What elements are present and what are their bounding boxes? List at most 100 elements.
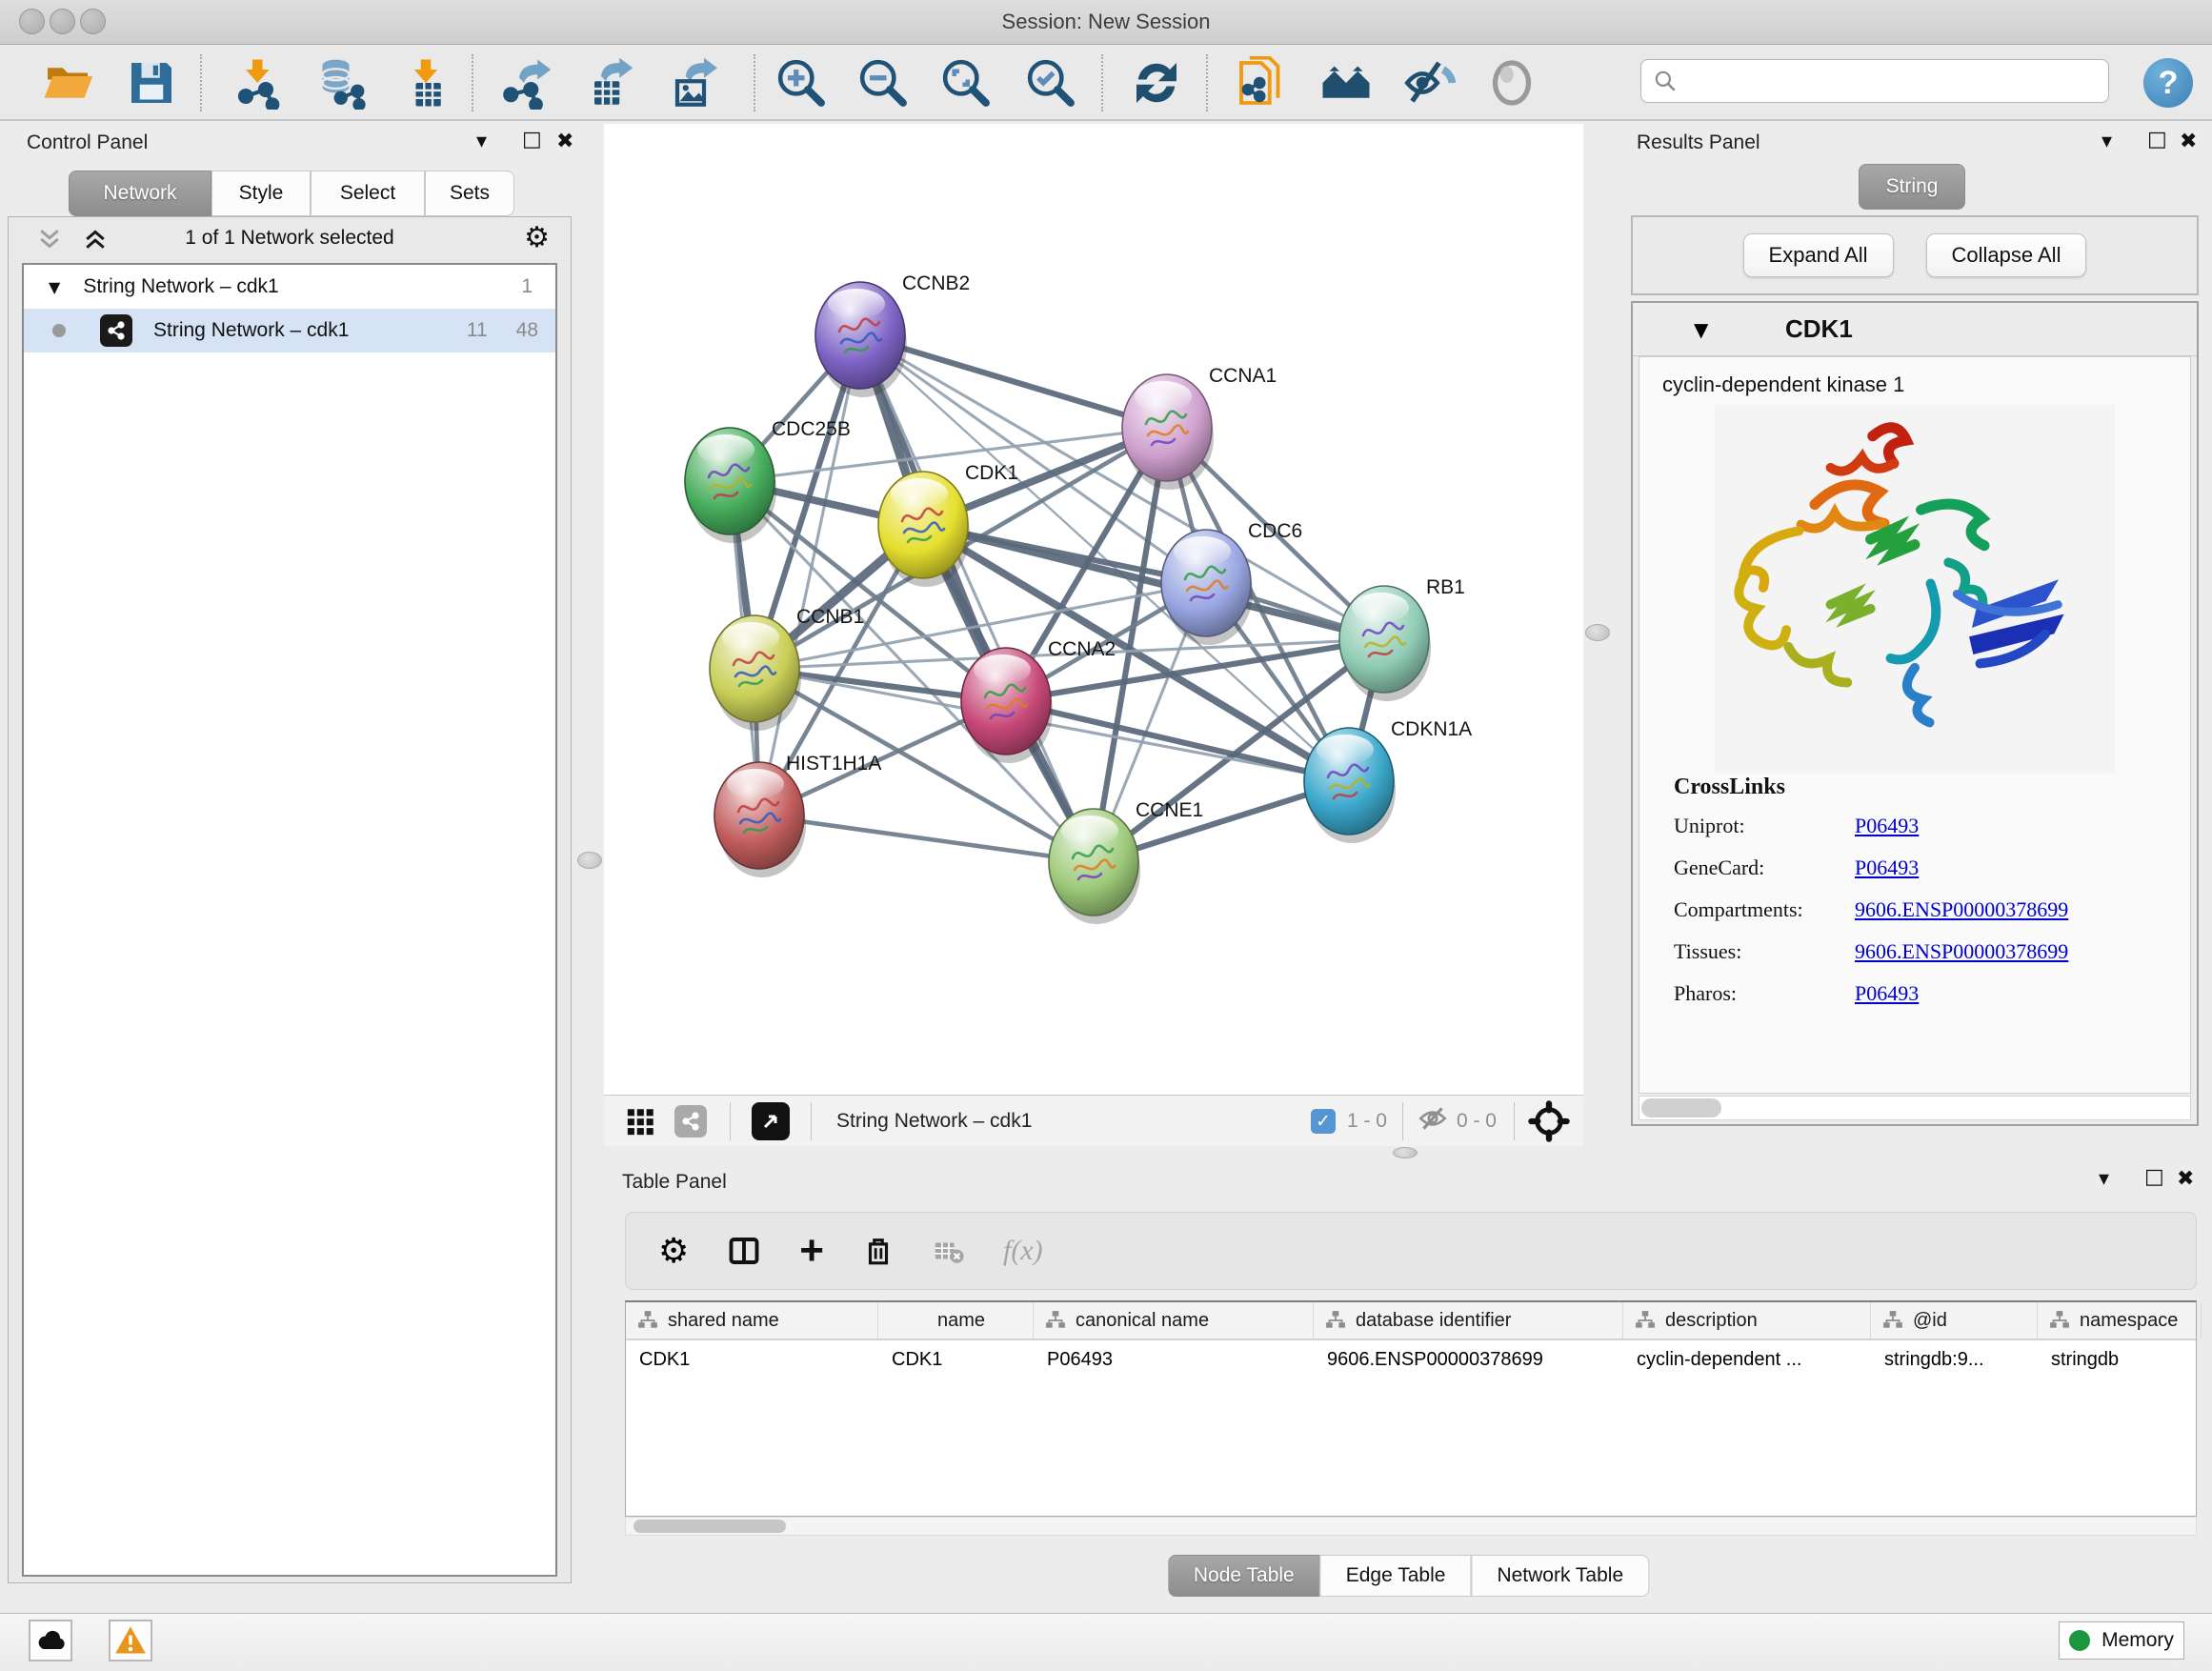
table-hscrollbar[interactable] xyxy=(625,1517,2197,1536)
show-all-button[interactable] xyxy=(1485,56,1538,110)
grid-view-button[interactable] xyxy=(625,1100,657,1142)
network-overview-button[interactable] xyxy=(674,1100,707,1142)
zoom-out-button[interactable] xyxy=(856,56,910,110)
tab-string[interactable]: String xyxy=(1859,164,1965,210)
network-node-CCNA2[interactable] xyxy=(961,648,1053,763)
network-node-CCNB2[interactable] xyxy=(815,282,907,397)
attribute-tree-icon xyxy=(1325,1310,1346,1331)
import-table-button[interactable] xyxy=(399,56,452,110)
save-session-button[interactable] xyxy=(125,56,178,110)
column-header-namespace[interactable]: namespace xyxy=(2038,1302,2202,1339)
float-results-button[interactable]: ▾ xyxy=(2101,130,2112,153)
warnings-button[interactable] xyxy=(109,1620,152,1661)
function-builder-button[interactable]: f(x) xyxy=(1003,1230,1043,1272)
network-node-CDKN1A[interactable] xyxy=(1304,728,1396,843)
tab-network[interactable]: Network xyxy=(69,171,211,216)
export-network-button[interactable] xyxy=(499,56,553,110)
tab-network-table[interactable]: Network Table xyxy=(1471,1555,1649,1597)
collapse-all-button[interactable]: Collapse All xyxy=(1926,233,2087,277)
tab-sets[interactable]: Sets xyxy=(425,171,514,216)
network-node-RB1[interactable] xyxy=(1339,586,1431,701)
column-header-database-identifier[interactable]: database identifier xyxy=(1314,1302,1623,1339)
delete-column-button[interactable] xyxy=(862,1230,895,1272)
bottom-splitter-handle[interactable] xyxy=(1393,1147,1418,1158)
import-network-button[interactable] xyxy=(232,56,286,110)
maximize-results-button[interactable]: □ xyxy=(2147,128,2167,151)
column-header--id[interactable]: @id xyxy=(1871,1302,2038,1339)
show-columns-button[interactable] xyxy=(727,1230,761,1272)
network-options-gear[interactable]: ⚙ xyxy=(524,221,550,254)
zoom-fit-button[interactable] xyxy=(939,56,993,110)
refresh-button[interactable] xyxy=(1130,56,1183,110)
network-canvas[interactable]: CCNB2CCNA1CDC25BCDK1CDC6RB1CCNB1CCNA2CDK… xyxy=(604,124,1583,1095)
table-cell[interactable]: stringdb:9... xyxy=(1871,1340,2038,1379)
network-node-CDC6[interactable] xyxy=(1161,530,1253,645)
network-node-HIST1H1A[interactable] xyxy=(714,762,806,877)
expand-all-button[interactable]: Expand All xyxy=(1743,233,1894,277)
column-header-name[interactable]: name xyxy=(878,1302,1034,1339)
network-row-selected[interactable]: String Network – cdk1 11 48 xyxy=(24,309,555,352)
column-header-canonical-name[interactable]: canonical name xyxy=(1034,1302,1314,1339)
table-cell[interactable]: CDK1 xyxy=(878,1340,1034,1379)
float-table-button[interactable]: ▾ xyxy=(2099,1167,2109,1191)
right-splitter-handle[interactable] xyxy=(1585,624,1610,641)
column-header-description[interactable]: description xyxy=(1623,1302,1871,1339)
share-document-button[interactable] xyxy=(1235,56,1288,110)
memory-button[interactable]: Memory xyxy=(2059,1621,2184,1660)
table-cell[interactable]: P06493 xyxy=(1034,1340,1314,1379)
crosslink-row: Pharos:P06493 xyxy=(1674,981,2190,1006)
float-panel-button[interactable]: ▾ xyxy=(476,130,487,153)
entry-expand-arrow-icon[interactable]: ▼ xyxy=(1694,318,1708,341)
table-cell[interactable]: stringdb xyxy=(2038,1340,2202,1379)
zoom-selected-button[interactable] xyxy=(1024,56,1077,110)
help-button[interactable]: ? xyxy=(2143,58,2193,108)
search-input[interactable] xyxy=(1685,70,2108,92)
close-table-button[interactable]: ✖ xyxy=(2177,1167,2194,1191)
import-database-button[interactable] xyxy=(312,56,366,110)
table-cell[interactable]: cyclin-dependent ... xyxy=(1623,1340,1871,1379)
network-node-CCNB1[interactable] xyxy=(710,615,801,731)
network-node-CDC25B[interactable] xyxy=(685,428,776,543)
crosslink-value-link[interactable]: P06493 xyxy=(1855,981,1919,1006)
network-collection-row[interactable]: ▼ String Network – cdk1 1 xyxy=(24,265,555,309)
network-node-CDK1[interactable] xyxy=(878,472,970,587)
network-node-CCNA1[interactable] xyxy=(1122,374,1214,490)
zoom-in-button[interactable] xyxy=(774,56,828,110)
export-image-button[interactable] xyxy=(664,56,717,110)
column-header-shared-name[interactable]: shared name xyxy=(626,1302,878,1339)
crosslink-value-link[interactable]: 9606.ENSP00000378699 xyxy=(1855,897,2068,922)
table-row[interactable]: CDK1CDK1P064939606.ENSP00000378699cyclin… xyxy=(626,1340,2196,1379)
network-edge-CCNB2-CCNE1[interactable] xyxy=(860,335,1094,862)
network-edge-CDK1-RB1[interactable] xyxy=(923,525,1384,639)
maximize-table-button[interactable]: □ xyxy=(2144,1165,2164,1189)
detach-view-button[interactable] xyxy=(752,1102,790,1140)
tab-node-table[interactable]: Node Table xyxy=(1168,1555,1320,1597)
tab-style[interactable]: Style xyxy=(211,171,311,216)
tab-edge-table[interactable]: Edge Table xyxy=(1320,1555,1472,1597)
delete-table-button[interactable] xyxy=(933,1230,965,1272)
open-session-button[interactable] xyxy=(41,56,94,110)
network-edge-HIST1H1A-CCNE1[interactable] xyxy=(759,815,1094,862)
selected-checkbox-icon[interactable]: ✓ xyxy=(1311,1109,1336,1134)
left-splitter-handle[interactable] xyxy=(577,852,602,869)
maximize-panel-button[interactable]: □ xyxy=(522,128,542,151)
birds-eye-button[interactable] xyxy=(1528,1100,1570,1142)
close-panel-button[interactable]: ✖ xyxy=(556,130,573,153)
export-table-button[interactable] xyxy=(581,56,634,110)
close-results-button[interactable]: ✖ xyxy=(2180,130,2197,153)
crosslink-value-link[interactable]: 9606.ENSP00000378699 xyxy=(1855,939,2068,964)
crosslink-value-link[interactable]: P06493 xyxy=(1855,814,1919,838)
table-cell[interactable]: CDK1 xyxy=(626,1340,878,1379)
table-options-gear[interactable]: ⚙ xyxy=(658,1230,689,1272)
tree-expand-arrow-icon[interactable]: ▼ xyxy=(49,278,60,296)
table-cell[interactable]: 9606.ENSP00000378699 xyxy=(1314,1340,1623,1379)
crosslink-value-link[interactable]: P06493 xyxy=(1855,856,1919,880)
tab-select[interactable]: Select xyxy=(311,171,425,216)
hide-selection-button[interactable] xyxy=(1402,56,1456,110)
results-scrollbar[interactable] xyxy=(1639,1096,2191,1120)
network-node-CCNE1[interactable] xyxy=(1049,809,1140,924)
entry-header[interactable]: ▼ CDK1 xyxy=(1633,303,2197,356)
home-button[interactable] xyxy=(1319,56,1373,110)
add-column-button[interactable]: + xyxy=(799,1230,824,1272)
cloud-status-button[interactable] xyxy=(29,1620,72,1661)
